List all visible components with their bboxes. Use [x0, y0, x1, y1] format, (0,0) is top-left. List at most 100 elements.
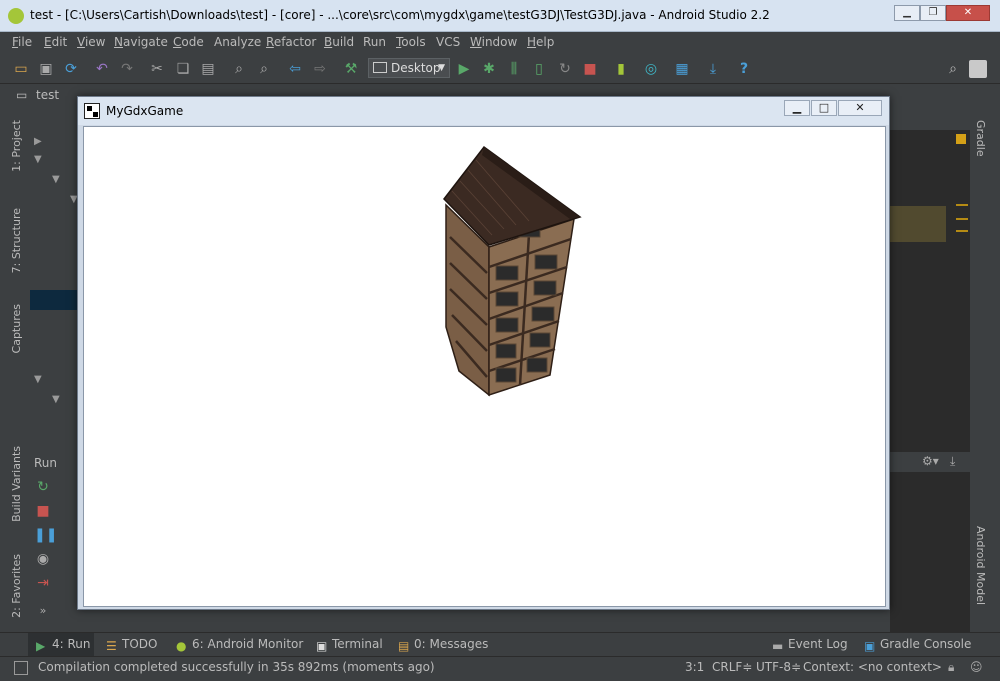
caret-position[interactable]: 3:1	[685, 660, 704, 674]
messages-icon: ▤	[398, 639, 410, 653]
run-output-area[interactable]: ⚙▾ ⤓	[890, 452, 970, 632]
sdk-sync-icon[interactable]: ◎	[642, 60, 660, 78]
game-window-titlebar[interactable]: MyGdxGame ▁ □ ✕	[78, 97, 889, 125]
selected-tree-row[interactable]	[30, 290, 80, 310]
menu-analyze[interactable]: Analyze	[214, 35, 261, 49]
avd-manager-icon[interactable]: ▮	[612, 60, 630, 78]
tab-run[interactable]: ▶ 4: Run	[36, 637, 91, 653]
menu-view[interactable]: View	[77, 35, 105, 49]
context-indicator[interactable]: Context: <no context>	[803, 660, 942, 674]
tab-build-variants[interactable]: Build Variants	[10, 446, 23, 522]
run-with-coverage-icon[interactable]: ⫼	[505, 60, 523, 78]
tab-structure[interactable]: 7: Structure	[10, 208, 23, 273]
rerun-icon[interactable]: ↻	[556, 60, 574, 78]
android-studio-icon	[8, 8, 24, 24]
menu-vcs[interactable]: VCS	[436, 35, 460, 49]
collapse-triangle-icon[interactable]: ▼	[34, 154, 42, 165]
tab-favorites[interactable]: 2: Favorites	[10, 554, 23, 618]
lock-icon[interactable]: 🔒︎	[948, 660, 954, 675]
collapse-triangle-icon[interactable]: ▼	[52, 394, 60, 405]
game-minimize-button[interactable]: ▁	[784, 100, 810, 116]
file-encoding[interactable]: UTF-8≑	[756, 660, 801, 674]
attach-debugger-icon[interactable]: ▯	[530, 60, 548, 78]
undo-icon[interactable]: ↶	[93, 60, 111, 78]
tab-android-model[interactable]: Android Model	[974, 526, 987, 605]
back-icon[interactable]: ⇦	[286, 60, 304, 78]
user-avatar-icon[interactable]	[969, 60, 987, 78]
scroll-marker[interactable]	[956, 204, 968, 206]
left-tool-strip: 1: Project 7: Structure Captures Build V…	[8, 106, 30, 632]
close-button[interactable]: ✕	[946, 5, 990, 21]
redo-icon[interactable]: ↷	[118, 60, 136, 78]
project-structure-icon[interactable]: ▦	[673, 60, 691, 78]
gradle-console-icon: ▣	[864, 639, 876, 653]
menu-code[interactable]: Code	[173, 35, 204, 49]
save-icon[interactable]: ▣	[37, 60, 55, 78]
pause-icon[interactable]: ❚❚	[34, 526, 57, 544]
menu-file[interactable]: File	[12, 35, 32, 49]
menu-edit[interactable]: Edit	[44, 35, 67, 49]
game-close-button[interactable]: ✕	[838, 100, 882, 116]
stop-icon[interactable]: ■	[34, 502, 52, 520]
collapse-triangle-icon[interactable]: ▼	[52, 174, 60, 185]
tab-event-log[interactable]: ▬ Event Log	[772, 637, 848, 653]
menu-tools[interactable]: Tools	[396, 35, 426, 49]
rerun-icon[interactable]: ↻	[34, 478, 52, 496]
menu-run[interactable]: Run	[363, 35, 386, 49]
menu-refactor[interactable]: Refactor	[266, 35, 316, 49]
sync-icon[interactable]: ⟳	[62, 60, 80, 78]
replace-icon[interactable]: ⌕	[255, 60, 273, 78]
collapse-triangle-icon[interactable]: ▼	[34, 374, 42, 385]
tab-project[interactable]: 1: Project	[10, 120, 23, 172]
tab-terminal[interactable]: ▣ Terminal	[316, 637, 383, 653]
game-maximize-button[interactable]: □	[811, 100, 837, 116]
tool-window-toggle-icon[interactable]	[14, 661, 28, 675]
scroll-marker[interactable]	[956, 230, 968, 232]
expand-triangle-icon[interactable]: ▶	[34, 136, 42, 147]
make-project-icon[interactable]: ⚒	[342, 60, 360, 78]
tab-todo[interactable]: ☰ TODO	[106, 637, 157, 653]
forward-icon[interactable]: ⇨	[311, 60, 329, 78]
game-canvas[interactable]	[83, 126, 886, 607]
debug-icon[interactable]: ✱	[480, 60, 498, 78]
folder-icon: ▭	[16, 88, 28, 102]
tab-android-monitor[interactable]: ● 6: Android Monitor	[176, 637, 303, 653]
paste-icon[interactable]: ▤	[199, 60, 217, 78]
hide-panel-icon[interactable]: ⤓	[950, 454, 955, 469]
maximize-button[interactable]: ❐	[920, 5, 946, 21]
menu-build[interactable]: Build	[324, 35, 354, 49]
sdk-manager-icon[interactable]: ⤓	[704, 60, 722, 78]
find-icon[interactable]: ⌕	[230, 60, 248, 78]
breadcrumb-item[interactable]: test	[36, 88, 59, 102]
menu-window[interactable]: Window	[470, 35, 517, 49]
cut-icon[interactable]: ✂	[148, 60, 166, 78]
warning-marker-icon[interactable]	[956, 134, 966, 144]
scroll-marker[interactable]	[956, 218, 968, 220]
tab-gradle[interactable]: Gradle	[974, 120, 987, 157]
game-window: MyGdxGame ▁ □ ✕	[77, 96, 890, 610]
stop-icon[interactable]: ■	[581, 60, 599, 78]
tab-captures[interactable]: Captures	[10, 304, 23, 353]
open-folder-icon[interactable]: ▭	[12, 60, 30, 78]
rendered-3d-house	[443, 145, 582, 397]
tab-gradle-console[interactable]: ▣ Gradle Console	[864, 637, 971, 653]
gear-icon[interactable]: ⚙▾	[922, 454, 939, 468]
run-icon: ▶	[36, 639, 46, 653]
line-separator[interactable]: CRLF≑	[712, 660, 752, 674]
more-icon[interactable]: »	[34, 602, 52, 620]
run-icon[interactable]: ▶	[455, 60, 473, 78]
editor-area[interactable]	[890, 130, 970, 452]
copy-icon[interactable]: ❏	[174, 60, 192, 78]
minimize-button[interactable]: ▁	[894, 5, 920, 21]
run-configuration-label: Desktop	[391, 61, 441, 75]
camera-icon[interactable]: ◉	[34, 550, 52, 568]
run-configuration-dropdown[interactable]: Desktop ▼	[368, 58, 450, 78]
menu-navigate[interactable]: Navigate	[114, 35, 168, 49]
tab-messages[interactable]: ▤ 0: Messages	[398, 637, 488, 653]
help-icon[interactable]: ?	[735, 60, 753, 78]
exit-icon[interactable]: ⇥	[34, 574, 52, 592]
search-everywhere-icon[interactable]: ⌕	[944, 60, 962, 78]
status-message[interactable]: Compilation completed successfully in 35…	[38, 660, 435, 674]
inspector-icon[interactable]: ☺	[970, 660, 983, 674]
menu-help[interactable]: Help	[527, 35, 554, 49]
